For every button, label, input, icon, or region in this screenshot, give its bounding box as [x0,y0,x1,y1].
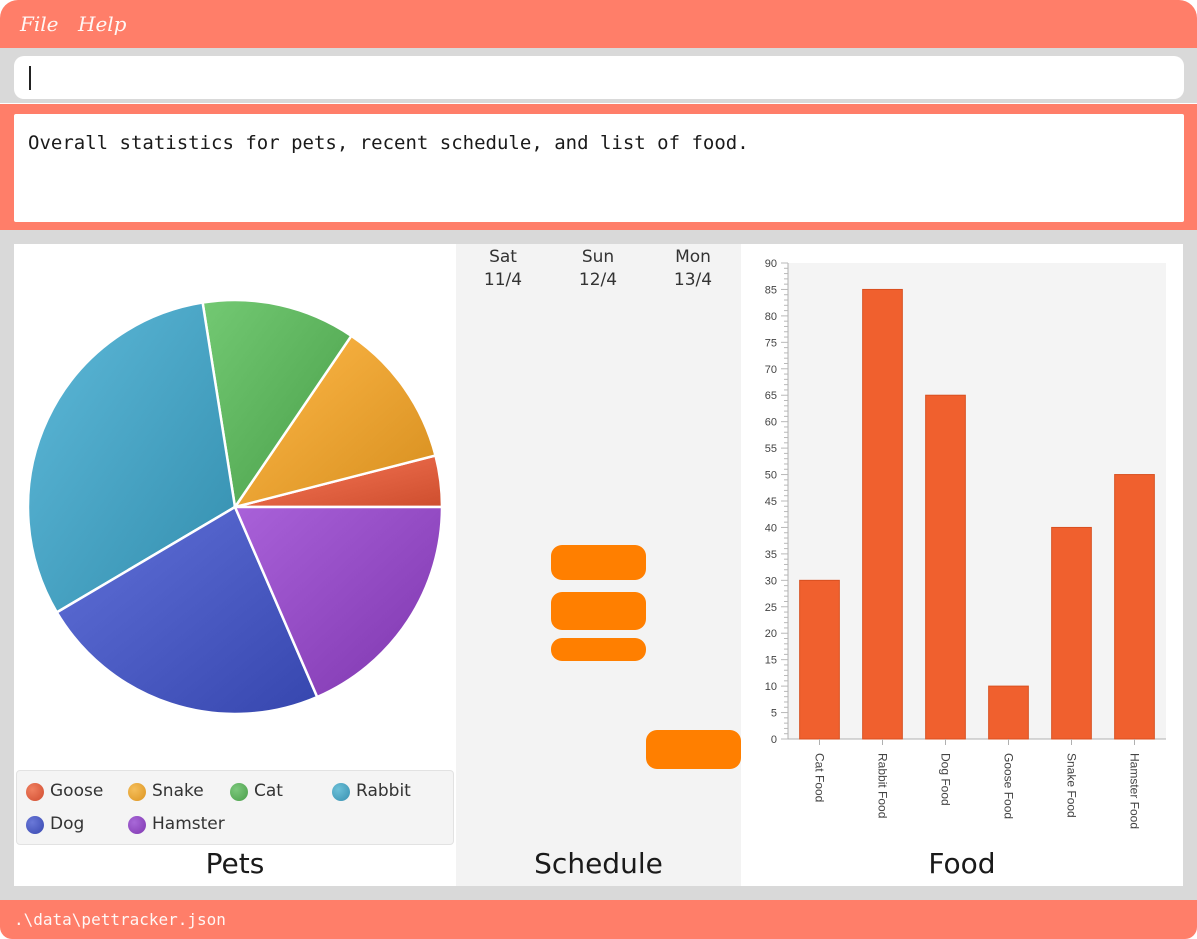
x-tick-label: Goose Food [1002,753,1016,819]
schedule-panel: Sat 11/4 Sun 12/4 Mon 13/4 Schedule [456,244,741,886]
schedule-event-block[interactable] [646,730,741,769]
day-date: 13/4 [673,270,713,290]
command-input[interactable] [14,56,1184,99]
legend-label: Rabbit [356,781,411,801]
legend-dot [332,783,350,801]
day-name: Sat [489,247,517,267]
day-date: 11/4 [483,270,523,290]
legend-dot [26,783,44,801]
y-tick-label: 20 [765,628,777,640]
food-title: Food [928,847,996,880]
command-box-container [0,48,1197,103]
legend-label: Hamster [152,814,225,834]
y-tick-label: 25 [765,602,777,614]
food-panel: 0 5 10 15 20 25 30 35 40 45 50 55 60 65 70 75 80 85 90 Cat… [741,244,1183,886]
schedule-title: Schedule [534,847,663,880]
bar-hamster-food[interactable] [1114,474,1155,740]
y-tick-label: 45 [765,496,777,508]
x-tick-label: Dog Food [939,753,953,806]
day-header-sat: Sat 11/4 [463,246,543,292]
statistics-area: Goose Snake Cat Rabbit Dog Hamster Pets … [0,230,1197,900]
bar-goose-food[interactable] [988,685,1029,740]
menu-bar: File Help [0,0,1197,48]
legend-label: Cat [254,781,283,801]
day-name: Mon [675,247,711,267]
y-tick-label: 85 [765,284,777,296]
legend-dot [128,783,146,801]
pets-pie-chart [26,298,444,716]
day-header-sun: Sun 12/4 [558,246,638,292]
x-tick-label: Rabbit Food [876,753,890,818]
y-tick-label: 15 [765,655,777,667]
y-tick-label: 80 [765,311,777,323]
day-date: 12/4 [578,270,618,290]
x-tick-label: Snake Food [1065,753,1079,818]
x-tick-label: Cat Food [813,753,827,802]
legend-dot [128,816,146,834]
y-tick-label: 0 [771,734,777,746]
y-tick-label: 75 [765,337,777,349]
bar-snake-food[interactable] [1051,526,1092,740]
bar-cat-food[interactable] [799,579,840,740]
y-tick-label: 50 [765,470,777,482]
y-tick-label: 30 [765,575,777,587]
result-display-container: Overall statistics for pets, recent sche… [0,104,1197,230]
bar-rabbit-food[interactable] [862,288,903,740]
legend-label: Dog [50,814,85,834]
status-bar: .\data\pettracker.json [0,900,1197,939]
day-header-mon: Mon 13/4 [653,246,733,292]
legend-dot [230,783,248,801]
day-name: Sun [581,247,615,267]
schedule-event-block[interactable] [551,638,646,661]
y-tick-label: 35 [765,549,777,561]
y-tick-label: 40 [765,522,777,534]
menu-file[interactable]: File [20,12,59,36]
y-tick-label: 10 [765,681,777,693]
result-display: Overall statistics for pets, recent sche… [14,114,1184,222]
plot-background [788,263,1166,739]
pets-title: Pets [205,847,265,880]
y-tick-label: 70 [765,364,777,376]
text-caret [29,66,31,90]
legend-dot [26,816,44,834]
y-tick-label: 65 [765,390,777,402]
pets-legend: Goose Snake Cat Rabbit Dog Hamster [16,770,454,845]
food-bar-chart: 0 5 10 15 20 25 30 35 40 45 50 55 60 65 70 75 80 85 90 Cat… [765,258,1166,829]
data-file-path: .\data\pettracker.json [14,910,226,929]
y-tick-label: 5 [771,708,777,720]
menu-help[interactable]: Help [78,12,126,36]
y-tick-label: 60 [765,417,777,429]
pets-panel: Goose Snake Cat Rabbit Dog Hamster Pets [14,244,456,886]
y-tick-label: 55 [765,443,777,455]
schedule-event-block[interactable] [551,545,646,580]
result-text: Overall statistics for pets, recent sche… [28,132,749,154]
x-tick-label: Hamster Food [1128,753,1142,829]
bar-dog-food[interactable] [925,394,966,740]
y-tick-label: 90 [765,258,777,270]
legend-label: Snake [152,781,204,801]
schedule-event-block[interactable] [551,592,646,630]
legend-label: Goose [50,781,104,801]
